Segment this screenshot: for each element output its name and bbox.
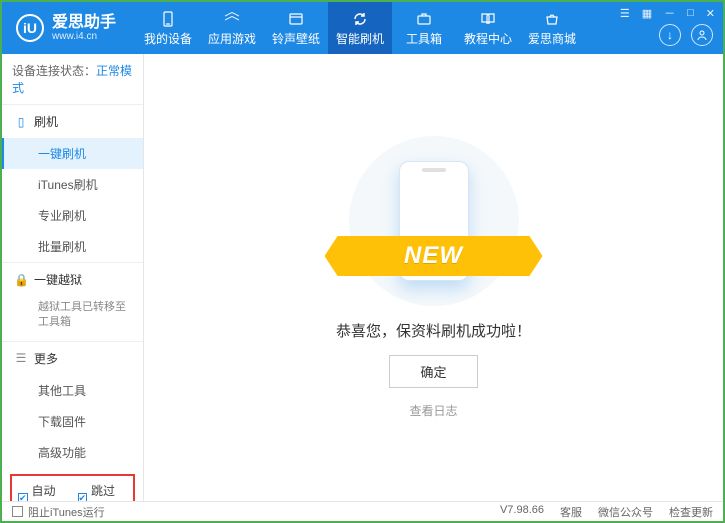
checkbox-checked-icon: ✔ bbox=[18, 493, 28, 501]
block-itunes-checkbox[interactable]: 阻止iTunes运行 bbox=[12, 504, 105, 520]
app-name: 爱思助手 bbox=[52, 14, 116, 32]
sidebar: 设备连接状态：正常模式 ▯ 刷机 一键刷机 iTunes刷机 专业刷机 批量刷机… bbox=[2, 54, 144, 501]
version-label: V7.98.66 bbox=[500, 504, 544, 520]
nav-flash[interactable]: 智能刷机 bbox=[328, 2, 392, 54]
connection-status: 设备连接状态：正常模式 bbox=[2, 54, 143, 105]
category-label: 刷机 bbox=[34, 113, 58, 130]
wechat-link[interactable]: 微信公众号 bbox=[598, 504, 653, 520]
statusbar: 阻止iTunes运行 V7.98.66 客服 微信公众号 检查更新 bbox=[2, 501, 723, 521]
download-icon[interactable]: ↓ bbox=[659, 24, 681, 46]
nav-tutorial[interactable]: 教程中心 bbox=[456, 2, 520, 54]
sidebar-item-itunes-flash[interactable]: iTunes刷机 bbox=[2, 169, 143, 200]
app-window: iU 爱思助手 www.i4.cn 我的设备 应用游戏 铃声壁纸 智能刷机 bbox=[0, 0, 725, 523]
checkbox-unchecked-icon bbox=[12, 506, 23, 517]
store-icon bbox=[543, 10, 561, 28]
nav-toolbox[interactable]: 工具箱 bbox=[392, 2, 456, 54]
main-nav: 我的设备 应用游戏 铃声壁纸 智能刷机 工具箱 教程中心 bbox=[136, 2, 584, 54]
jailbreak-category: 🔒 一键越狱 bbox=[2, 263, 143, 296]
jailbreak-note: 越狱工具已转移至工具箱 bbox=[2, 296, 143, 341]
nav-apps[interactable]: 应用游戏 bbox=[200, 2, 264, 54]
main-content: NEW 恭喜您，保资料刷机成功啦！ 确定 查看日志 bbox=[144, 54, 723, 501]
view-log-link[interactable]: 查看日志 bbox=[409, 402, 457, 419]
phone-icon bbox=[159, 10, 177, 28]
phone-flash-icon: ▯ bbox=[14, 115, 28, 129]
checkbox-label: 阻止iTunes运行 bbox=[28, 504, 105, 520]
wallpaper-icon bbox=[287, 10, 305, 28]
nav-mydevice[interactable]: 我的设备 bbox=[136, 2, 200, 54]
sidebar-item-advanced[interactable]: 高级功能 bbox=[2, 437, 143, 468]
checkbox-label: 自动激活 bbox=[32, 482, 68, 501]
sidebar-item-pro-flash[interactable]: 专业刷机 bbox=[2, 200, 143, 231]
menu-icon[interactable]: ☰ bbox=[618, 7, 632, 20]
nav-ringtones[interactable]: 铃声壁纸 bbox=[264, 2, 328, 54]
window-controls: ☰ ▦ － □ ✕ ↓ bbox=[618, 2, 723, 54]
support-link[interactable]: 客服 bbox=[560, 504, 582, 520]
footer-right: V7.98.66 客服 微信公众号 检查更新 bbox=[500, 504, 713, 520]
ok-button[interactable]: 确定 bbox=[389, 355, 477, 388]
nav-label: 我的设备 bbox=[144, 30, 192, 47]
user-icon[interactable] bbox=[691, 24, 713, 46]
refresh-icon bbox=[351, 10, 369, 28]
sidebar-item-batch-flash[interactable]: 批量刷机 bbox=[2, 231, 143, 262]
nav-label: 智能刷机 bbox=[336, 30, 384, 47]
logo-text: 爱思助手 www.i4.cn bbox=[52, 14, 116, 43]
more-category[interactable]: ☰ 更多 bbox=[2, 342, 143, 375]
flash-section: ▯ 刷机 一键刷机 iTunes刷机 专业刷机 批量刷机 bbox=[2, 105, 143, 263]
logo-area[interactable]: iU 爱思助手 www.i4.cn bbox=[2, 14, 130, 43]
check-update-link[interactable]: 检查更新 bbox=[669, 504, 713, 520]
close-button[interactable]: ✕ bbox=[704, 7, 717, 20]
nav-label: 教程中心 bbox=[464, 30, 512, 47]
lock-icon[interactable]: ▦ bbox=[640, 7, 654, 20]
checkbox-checked-icon: ✔ bbox=[78, 493, 88, 501]
sidebar-item-other-tools[interactable]: 其他工具 bbox=[2, 375, 143, 406]
apps-icon bbox=[223, 10, 241, 28]
nav-label: 工具箱 bbox=[406, 30, 442, 47]
flash-category[interactable]: ▯ 刷机 bbox=[2, 105, 143, 138]
new-banner: NEW bbox=[325, 236, 543, 276]
book-icon bbox=[479, 10, 497, 28]
checkbox-label: 跳过向导 bbox=[91, 482, 127, 501]
nav-label: 应用游戏 bbox=[208, 30, 256, 47]
maximize-button[interactable]: □ bbox=[685, 7, 696, 19]
minimize-button[interactable]: － bbox=[662, 5, 677, 21]
sidebar-item-onekey-flash[interactable]: 一键刷机 bbox=[2, 138, 143, 169]
more-section: ☰ 更多 其他工具 下载固件 高级功能 bbox=[2, 342, 143, 468]
app-url: www.i4.cn bbox=[52, 31, 116, 42]
category-label: 更多 bbox=[34, 350, 58, 367]
options-highlight-box: ✔ 自动激活 ✔ 跳过向导 bbox=[10, 474, 135, 501]
list-icon: ☰ bbox=[14, 351, 28, 365]
success-illustration: NEW bbox=[349, 136, 519, 306]
toolbox-icon bbox=[415, 10, 433, 28]
jailbreak-section: 🔒 一键越狱 越狱工具已转移至工具箱 bbox=[2, 263, 143, 342]
logo-icon: iU bbox=[16, 14, 44, 42]
sidebar-item-download-firmware[interactable]: 下载固件 bbox=[2, 406, 143, 437]
lock-icon: 🔒 bbox=[14, 273, 28, 287]
nav-label: 铃声壁纸 bbox=[272, 30, 320, 47]
status-label: 设备连接状态： bbox=[12, 64, 96, 78]
nav-store[interactable]: 爱思商城 bbox=[520, 2, 584, 54]
nav-label: 爱思商城 bbox=[528, 30, 576, 47]
success-message: 恭喜您，保资料刷机成功啦！ bbox=[336, 320, 531, 341]
category-label: 一键越狱 bbox=[34, 271, 82, 288]
skip-guide-checkbox[interactable]: ✔ 跳过向导 bbox=[78, 482, 128, 501]
titlebar: iU 爱思助手 www.i4.cn 我的设备 应用游戏 铃声壁纸 智能刷机 bbox=[2, 2, 723, 54]
auto-activate-checkbox[interactable]: ✔ 自动激活 bbox=[18, 482, 68, 501]
body: 设备连接状态：正常模式 ▯ 刷机 一键刷机 iTunes刷机 专业刷机 批量刷机… bbox=[2, 54, 723, 501]
